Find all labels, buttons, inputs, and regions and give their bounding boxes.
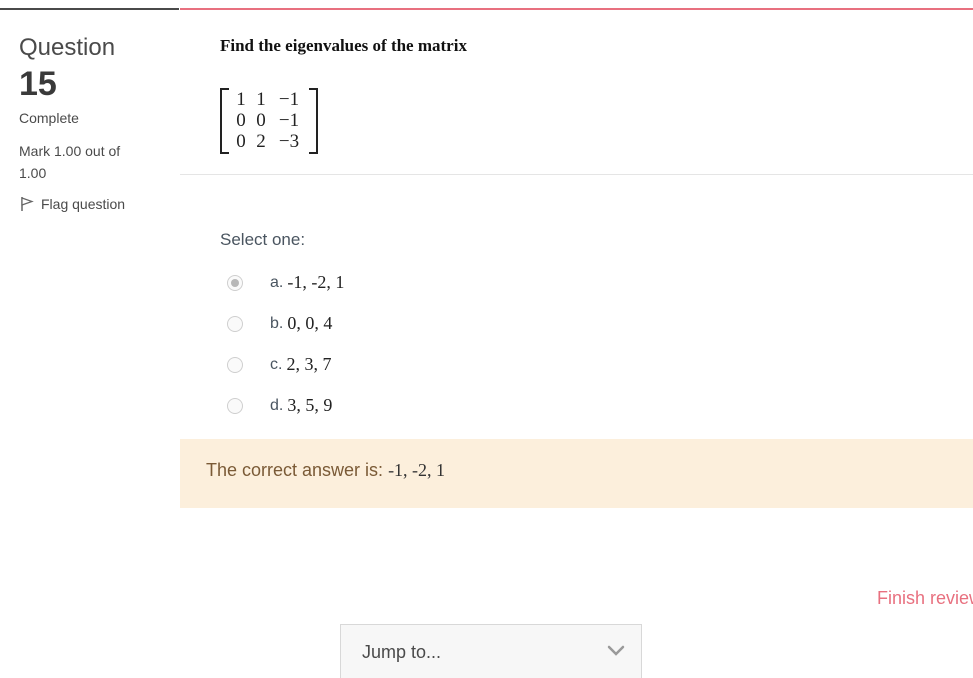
matrix-cell: 0 bbox=[256, 110, 266, 131]
radio-button-d[interactable] bbox=[227, 397, 243, 414]
answer-options: a. -1, -2, 1 b. 0, 0, 4 c. 2, 3, 7 d. 3,… bbox=[220, 262, 344, 426]
option-letter: b. bbox=[270, 314, 284, 332]
divider bbox=[180, 174, 973, 175]
feedback-box: The correct answer is: -1, -2, 1 bbox=[180, 439, 973, 508]
question-grade: Mark 1.00 out of 1.00 bbox=[19, 143, 121, 181]
finish-review-link[interactable]: Finish review bbox=[877, 588, 973, 609]
answer-option-a[interactable]: a. -1, -2, 1 bbox=[220, 262, 344, 303]
option-letter: a. bbox=[270, 273, 284, 291]
correct-answer-feedback: The correct answer is: -1, -2, 1 bbox=[206, 460, 445, 481]
matrix-cell: −1 bbox=[278, 110, 300, 131]
matrix-right-bracket bbox=[309, 88, 318, 154]
matrix-cell: 2 bbox=[256, 131, 266, 152]
chevron-down-icon bbox=[607, 645, 625, 656]
question-label: Question bbox=[19, 34, 116, 61]
matrix-cell: 1 bbox=[256, 89, 266, 110]
select-one-prompt: Select one: bbox=[220, 230, 306, 249]
matrix: 1 1 −1 0 0 −1 0 2 −3 bbox=[220, 88, 318, 154]
option-text: 0, 0, 4 bbox=[287, 313, 333, 333]
option-text: 3, 5, 9 bbox=[287, 395, 333, 415]
question-state: Complete bbox=[19, 110, 79, 126]
answer-option-c[interactable]: c. 2, 3, 7 bbox=[220, 344, 344, 385]
matrix-cell: −1 bbox=[278, 89, 300, 110]
jump-to-select[interactable]: Jump to... bbox=[340, 624, 642, 678]
flag-question-link[interactable]: Flag question bbox=[19, 196, 125, 212]
option-text: 2, 3, 7 bbox=[286, 354, 332, 374]
question-info-panel: Question 15 Complete Mark 1.00 out of 1.… bbox=[0, 8, 179, 500]
radio-button-b[interactable] bbox=[227, 315, 243, 332]
question-content: Find the eigenvalues of the matrix 1 1 −… bbox=[180, 8, 973, 510]
matrix-grid: 1 1 −1 0 0 −1 0 2 −3 bbox=[229, 88, 309, 154]
matrix-cell: −3 bbox=[278, 131, 300, 152]
flag-icon bbox=[21, 197, 34, 211]
option-letter: c. bbox=[270, 355, 283, 373]
option-letter: d. bbox=[270, 396, 284, 414]
matrix-cell: 0 bbox=[236, 110, 246, 131]
correct-answer-label: The correct answer is: bbox=[206, 460, 389, 480]
question-number: 15 bbox=[19, 65, 57, 103]
radio-button-c[interactable] bbox=[227, 356, 243, 373]
answer-option-b[interactable]: b. 0, 0, 4 bbox=[220, 303, 344, 344]
question-text: Find the eigenvalues of the matrix bbox=[220, 36, 467, 55]
matrix-cell: 0 bbox=[236, 131, 246, 152]
matrix-cell: 1 bbox=[236, 89, 246, 110]
flag-question-label: Flag question bbox=[41, 196, 126, 212]
jump-to-label: Jump to... bbox=[362, 642, 442, 662]
option-text: -1, -2, 1 bbox=[287, 272, 345, 292]
radio-button-a[interactable] bbox=[227, 274, 243, 291]
matrix-left-bracket bbox=[220, 88, 229, 154]
answer-option-d[interactable]: d. 3, 5, 9 bbox=[220, 385, 344, 426]
correct-answer-value: -1, -2, 1 bbox=[388, 460, 446, 480]
